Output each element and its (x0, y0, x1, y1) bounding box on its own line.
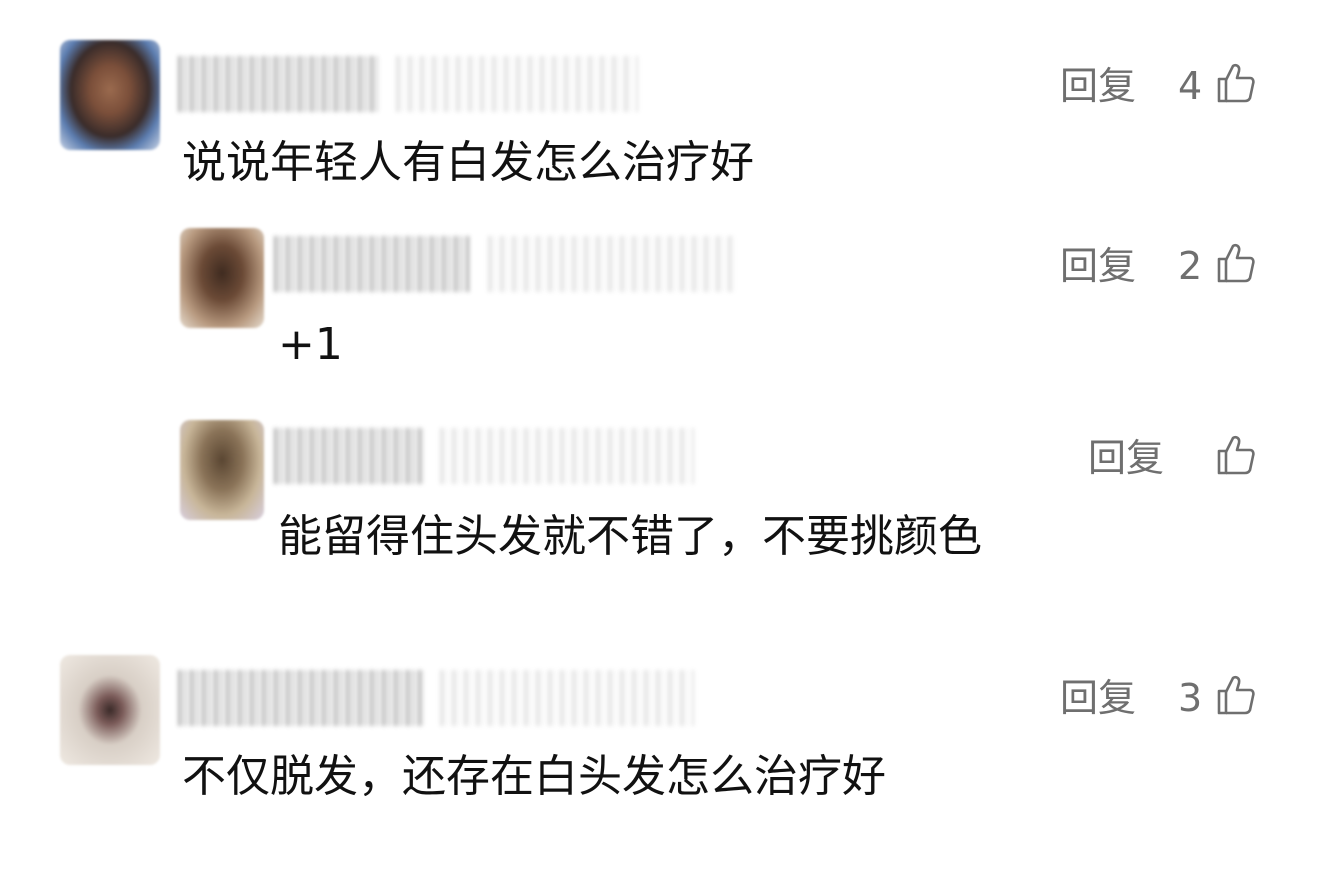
avatar[interactable] (60, 40, 160, 150)
comment-text: 说说年轻人有白发怎么治疗好 (182, 137, 754, 188)
avatar[interactable] (180, 228, 264, 328)
username-blurred[interactable] (274, 428, 694, 484)
comment-text: 不仅脱发，还存在白头发怎么治疗好 (182, 751, 886, 802)
username-blurred[interactable] (274, 236, 734, 292)
comment-text: 能留得住头发就不错了，不要挑颜色 (278, 511, 982, 562)
avatar[interactable] (180, 420, 264, 520)
reply-button[interactable]: 回复 (1088, 438, 1164, 478)
username-blurred[interactable] (178, 670, 694, 726)
avatar[interactable] (60, 655, 160, 765)
thumbs-up-icon[interactable] (1216, 242, 1256, 284)
like-count: 4 (1178, 64, 1203, 108)
like-count: 2 (1178, 244, 1203, 288)
thumbs-up-icon[interactable] (1216, 62, 1256, 104)
reply-button[interactable]: 回复 (1060, 246, 1136, 286)
username-blurred[interactable] (178, 56, 638, 112)
like-count: 3 (1178, 676, 1203, 720)
thumbs-up-icon[interactable] (1216, 674, 1256, 716)
reply-button[interactable]: 回复 (1060, 66, 1136, 106)
reply-button[interactable]: 回复 (1060, 678, 1136, 718)
thumbs-up-icon[interactable] (1216, 434, 1256, 476)
comment-text: +1 (278, 319, 343, 370)
